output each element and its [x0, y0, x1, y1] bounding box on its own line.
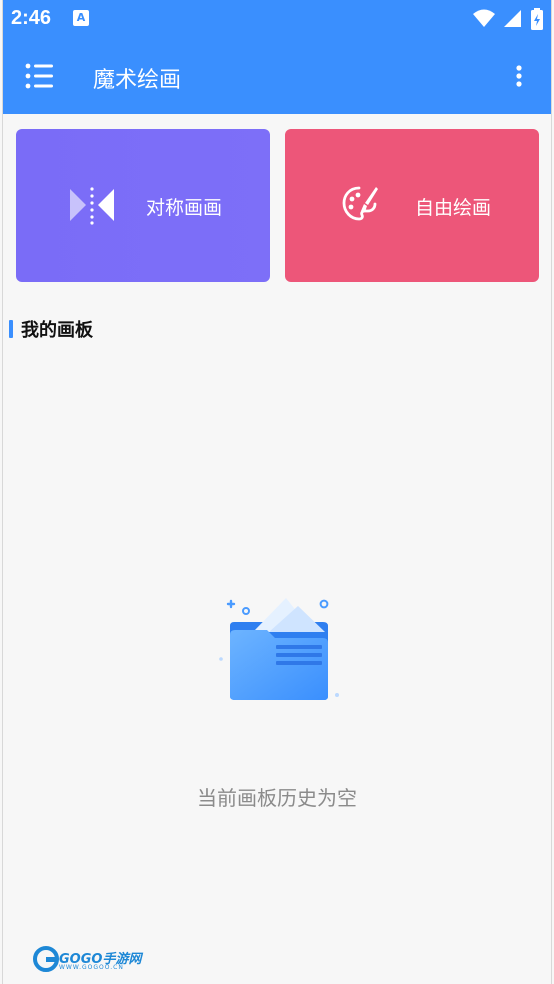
- battery-icon: [531, 8, 543, 30]
- notification-icon: A: [73, 10, 89, 26]
- free-drawing-label: 自由绘画: [415, 197, 492, 219]
- mirror-icon: [70, 187, 114, 225]
- symmetric-drawing-card[interactable]: 对称画画: [16, 129, 270, 282]
- status-bar: 2:46 A: [3, 0, 551, 38]
- palette-brush-icon: [342, 186, 378, 221]
- menu-icon[interactable]: [25, 62, 55, 90]
- wifi-icon: [472, 9, 495, 27]
- watermark-url: WWW.GOGOO.CN: [59, 964, 124, 971]
- app-bar: 魔术绘画: [3, 38, 551, 114]
- app-title: 魔术绘画: [93, 68, 182, 93]
- status-icons: [469, 8, 543, 30]
- symmetric-drawing-label: 对称画画: [146, 197, 223, 219]
- free-drawing-card[interactable]: 自由绘画: [285, 129, 539, 282]
- my-boards-title: 我的画板: [21, 320, 93, 341]
- more-vert-icon[interactable]: [509, 64, 529, 90]
- empty-folder-icon: [219, 598, 339, 700]
- signal-icon: [503, 10, 521, 27]
- empty-history-message: 当前画板历史为空: [197, 786, 357, 810]
- watermark-logo-icon: [33, 946, 59, 972]
- app-frame: 2:46 A 魔术绘画 对称画画 自由绘画 我的画板 当前画板历史为空 GOGO…: [2, 0, 552, 984]
- watermark: GOGO手游网 WWW.GOGOO.CN: [33, 946, 141, 976]
- section-accent-bar: [9, 320, 13, 338]
- status-time: 2:46: [11, 7, 52, 29]
